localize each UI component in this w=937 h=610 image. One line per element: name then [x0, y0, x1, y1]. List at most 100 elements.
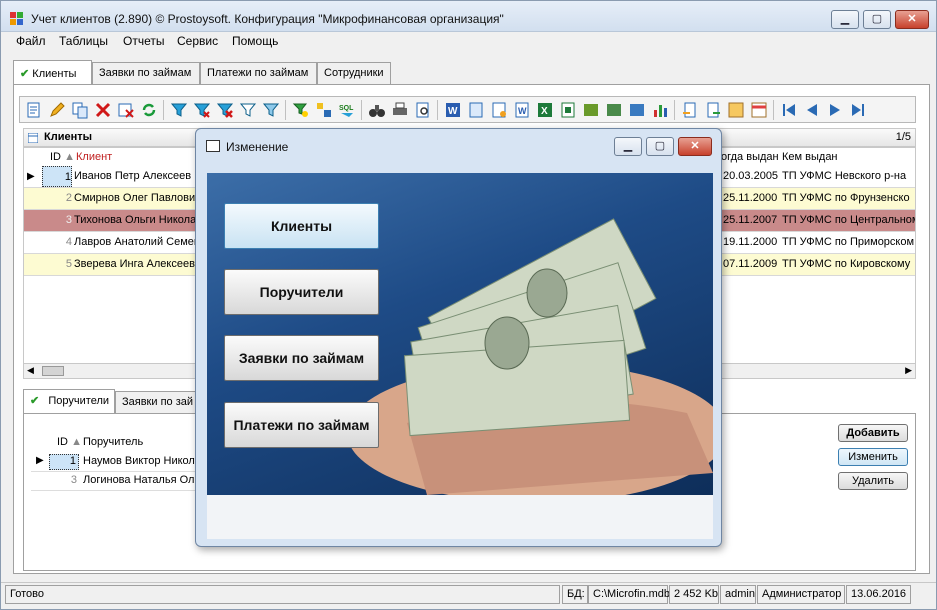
toolbar-separator [773, 100, 774, 120]
cell-issued-by: ТП УФМС по Кировскому [782, 258, 911, 270]
user-name: admin [720, 585, 756, 604]
tab-guarantors[interactable]: ✔ Поручители [23, 389, 115, 413]
group-filter-icon[interactable] [315, 101, 333, 119]
import-icon[interactable] [681, 101, 699, 119]
dialog-close-button[interactable]: ✕ [678, 137, 712, 156]
minimize-button[interactable]: ▁ [831, 10, 859, 29]
table-settings-icon[interactable] [727, 101, 745, 119]
dialog-minimize-button[interactable]: ▁ [614, 137, 642, 156]
delete-button[interactable]: Удалить [838, 472, 908, 490]
toolbar-separator [674, 100, 675, 120]
cell-id: 4 [65, 236, 72, 248]
copy-icon[interactable] [71, 101, 89, 119]
print-preview-icon[interactable] [414, 101, 432, 119]
export-doc-icon[interactable] [467, 101, 485, 119]
export-txt-icon[interactable] [605, 101, 623, 119]
app-logo-icon [10, 12, 23, 25]
db-label: БД: [562, 585, 588, 604]
scroll-right-icon[interactable]: ▶ [905, 365, 912, 376]
tab-employees-label: Сотрудники [324, 67, 384, 79]
binoculars-icon[interactable] [368, 101, 386, 119]
menu-help[interactable]: Помощь [232, 34, 278, 48]
first-record-icon[interactable] [780, 101, 798, 119]
scroll-left-icon[interactable]: ◀ [27, 365, 34, 376]
nav-loan-payments-button[interactable]: Платежи по займам [224, 402, 379, 448]
edit-icon[interactable] [48, 101, 66, 119]
export-excel-icon[interactable]: X [536, 101, 554, 119]
filter-advanced-icon[interactable] [262, 101, 280, 119]
tab-loan-requests-bottom[interactable]: Заявки по зай [115, 391, 197, 413]
export-word-icon[interactable]: W [444, 101, 462, 119]
dialog-maximize-button[interactable]: ▢ [646, 137, 674, 156]
export-html-icon[interactable] [628, 101, 646, 119]
check-icon: ✔ [20, 68, 30, 80]
tab-loan-payments[interactable]: Платежи по займам [200, 62, 317, 84]
delete-icon[interactable] [94, 101, 112, 119]
menu-bar: Файл Таблицы Отчеты Сервис Помощь [1, 32, 936, 51]
menu-file[interactable]: Файл [16, 34, 46, 48]
column-header-issued-by[interactable]: Кем выдан [782, 148, 838, 166]
minimize-icon: ▁ [840, 13, 850, 25]
cell-date: 19.11.2000 [723, 236, 778, 248]
columns-icon[interactable] [750, 101, 768, 119]
cell-issued-by: ТП УФМС по Центральном [782, 214, 915, 226]
column-header-client[interactable]: Клиент [76, 148, 112, 166]
cell-date: 25.11.2000 [723, 192, 778, 204]
menu-reports[interactable]: Отчеты [123, 34, 164, 48]
tab-employees[interactable]: Сотрудники [317, 62, 391, 84]
status-bar: Готово БД: C:\Microfin.mdb 2 452 Kb admi… [1, 582, 936, 605]
export-word-doc-icon[interactable]: W [513, 101, 531, 119]
toolbar-separator [163, 100, 164, 120]
table-row[interactable]: ▶ 1 Наумов Виктор Никол [31, 453, 201, 472]
next-record-icon[interactable] [826, 101, 844, 119]
nav-guarantors-button[interactable]: Поручители [224, 269, 379, 315]
grid-icon [28, 133, 38, 143]
tab-loan-requests[interactable]: Заявки по займам [92, 62, 200, 84]
filter-remove-icon[interactable] [216, 101, 234, 119]
tab-guarantors-label: Поручители [48, 395, 110, 407]
dialog-background-image: Клиенты Поручители Заявки по займам Плат… [207, 173, 713, 495]
delete-table-icon[interactable] [117, 101, 135, 119]
cell-date: 20.03.2005 [723, 170, 779, 182]
edit-button[interactable]: Изменить [838, 448, 908, 466]
menu-service[interactable]: Сервис [177, 34, 218, 48]
tab-loan-requests-label: Заявки по займам [99, 67, 192, 79]
export-report-icon[interactable] [490, 101, 508, 119]
export-csv-icon[interactable] [582, 101, 600, 119]
filter-clear-icon[interactable] [193, 101, 211, 119]
table-row[interactable]: 3 Логинова Наталья Оле [31, 472, 201, 491]
scrollbar-thumb[interactable] [42, 366, 64, 376]
column-header-id[interactable]: ID ▲ [50, 148, 75, 166]
db-size: 2 452 Kb [669, 585, 719, 604]
menu-tables[interactable]: Таблицы [59, 34, 108, 48]
page-counter: 1/5 [895, 131, 911, 143]
search-filter-icon[interactable] [292, 101, 310, 119]
previous-record-icon[interactable] [803, 101, 821, 119]
cell-guarantor: Наумов Виктор Никол [83, 455, 195, 467]
nav-clients-button[interactable]: Клиенты [224, 203, 379, 249]
status-date: 13.06.2016 [846, 585, 911, 604]
db-path: C:\Microfin.mdb [588, 585, 670, 604]
filter-icon[interactable] [170, 101, 188, 119]
print-icon[interactable] [391, 101, 409, 119]
close-button[interactable]: ✕ [895, 10, 929, 29]
chart-icon[interactable] [651, 101, 669, 119]
column-header-guarantor[interactable]: Поручитель [83, 436, 143, 448]
refresh-icon[interactable] [140, 101, 158, 119]
nav-loan-requests-button[interactable]: Заявки по займам [224, 335, 379, 381]
sql-icon[interactable]: SQL [338, 101, 356, 119]
form-icon [206, 140, 220, 152]
filter-outline-icon[interactable] [239, 101, 257, 119]
maximize-button[interactable]: ▢ [863, 10, 891, 29]
column-header-id[interactable]: ID ▲ [57, 436, 82, 448]
cell-id: 3 [70, 474, 77, 486]
column-id-label: ID [57, 436, 68, 448]
tab-clients[interactable]: ✔ Клиенты [13, 60, 92, 84]
export-excel-doc-icon[interactable] [559, 101, 577, 119]
column-header-issue-date[interactable]: огда выдан [721, 148, 779, 166]
last-record-icon[interactable] [849, 101, 867, 119]
add-button[interactable]: Добавить [838, 424, 908, 442]
import-doc-icon[interactable] [704, 101, 722, 119]
cell-issued-by: ТП УФМС Невского р-на [782, 170, 907, 182]
add-record-icon[interactable] [25, 101, 43, 119]
